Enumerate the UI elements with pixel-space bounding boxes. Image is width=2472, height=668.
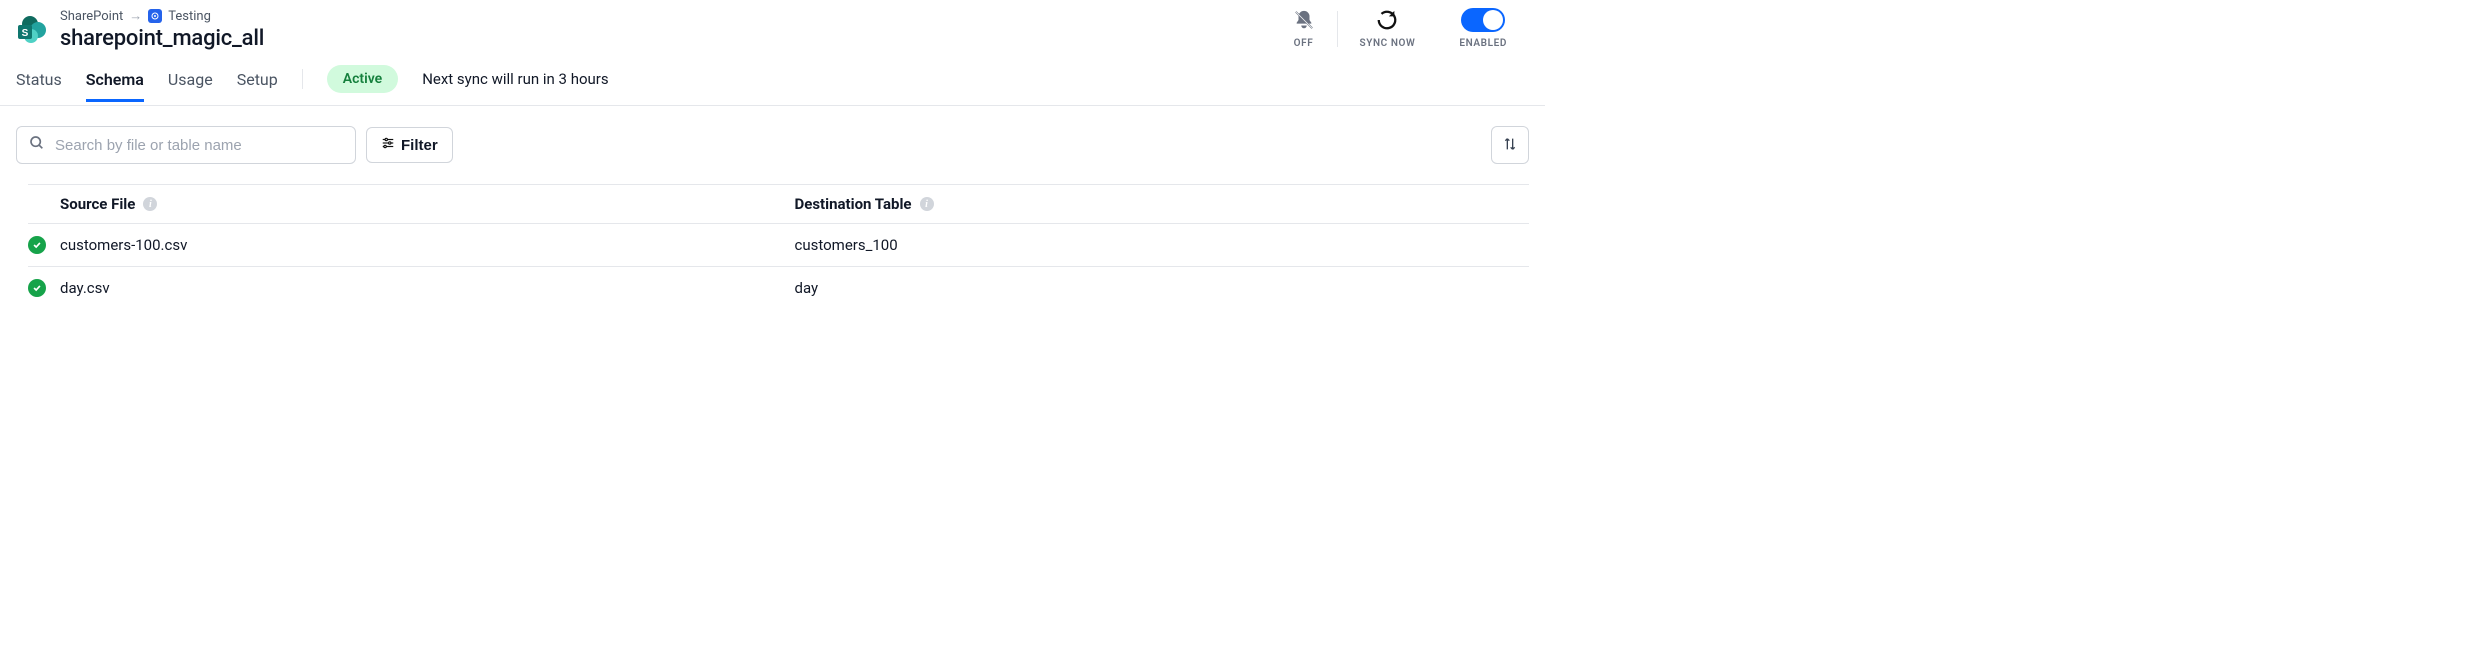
chevron-right-icon: → <box>129 8 142 24</box>
tab-usage[interactable]: Usage <box>168 70 213 101</box>
header-right: OFF SYNC NOW ENABLED <box>1271 8 1530 49</box>
tabs-row: Status Schema Usage Setup Active Next sy… <box>0 51 1545 106</box>
source-file: day.csv <box>60 279 110 297</box>
table-row[interactable]: customers-100.csv customers_100 <box>28 223 1529 266</box>
filter-label: Filter <box>401 137 438 154</box>
search-icon <box>29 135 45 155</box>
status-badge: Active <box>327 65 398 93</box>
header-text: SharePoint → Testing sharepoint_magic_al… <box>60 8 264 51</box>
col-dest-header: Destination Table i <box>795 195 1530 213</box>
breadcrumb-connector[interactable]: SharePoint <box>60 9 123 24</box>
refresh-icon <box>1376 8 1398 32</box>
check-icon <box>28 236 46 254</box>
toolbar: Filter <box>0 106 1545 184</box>
tab-setup[interactable]: Setup <box>237 70 278 101</box>
filter-button[interactable]: Filter <box>366 127 453 163</box>
info-icon[interactable]: i <box>920 197 934 211</box>
svg-text:S: S <box>22 28 29 39</box>
bell-off-icon <box>1293 8 1315 32</box>
dest-table: customers_100 <box>795 236 898 254</box>
filter-icon <box>381 136 395 154</box>
col-source-header: Source File i <box>60 195 795 213</box>
row-status <box>28 236 60 254</box>
source-file-label: Source File <box>60 195 135 213</box>
tab-status[interactable]: Status <box>16 70 62 101</box>
dest-table: day <box>795 279 819 297</box>
sharepoint-icon: S <box>16 14 48 46</box>
workspace-icon <box>148 9 162 23</box>
page-title: sharepoint_magic_all <box>60 26 264 51</box>
next-sync-text: Next sync will run in 3 hours <box>422 70 608 88</box>
enabled-toggle-button[interactable]: ENABLED <box>1437 8 1529 49</box>
sync-now-label: SYNC NOW <box>1360 38 1416 49</box>
sort-button[interactable] <box>1491 126 1529 164</box>
sync-now-button[interactable]: SYNC NOW <box>1338 8 1438 49</box>
row-status <box>28 279 60 297</box>
header: S SharePoint → Testing sharepoint_magic_… <box>0 0 1545 51</box>
notifications-off-label: OFF <box>1294 38 1314 49</box>
info-icon[interactable]: i <box>143 197 157 211</box>
tabs-divider <box>302 69 303 89</box>
enabled-label: ENABLED <box>1459 38 1507 49</box>
header-left: S SharePoint → Testing sharepoint_magic_… <box>16 8 264 51</box>
source-file: customers-100.csv <box>60 236 187 254</box>
search-wrap[interactable] <box>16 126 356 164</box>
breadcrumb-workspace[interactable]: Testing <box>168 9 211 24</box>
table-header: Source File i Destination Table i <box>28 184 1529 223</box>
sort-icon <box>1502 136 1518 155</box>
toggle-on-icon <box>1461 8 1505 32</box>
search-input[interactable] <box>55 137 343 154</box>
tab-schema[interactable]: Schema <box>86 70 144 101</box>
check-icon <box>28 279 46 297</box>
schema-table: Source File i Destination Table i custom… <box>0 184 1545 309</box>
dest-table-label: Destination Table <box>795 195 912 213</box>
table-row[interactable]: day.csv day <box>28 266 1529 309</box>
notifications-off-button[interactable]: OFF <box>1271 8 1337 49</box>
breadcrumb: SharePoint → Testing <box>60 8 264 24</box>
